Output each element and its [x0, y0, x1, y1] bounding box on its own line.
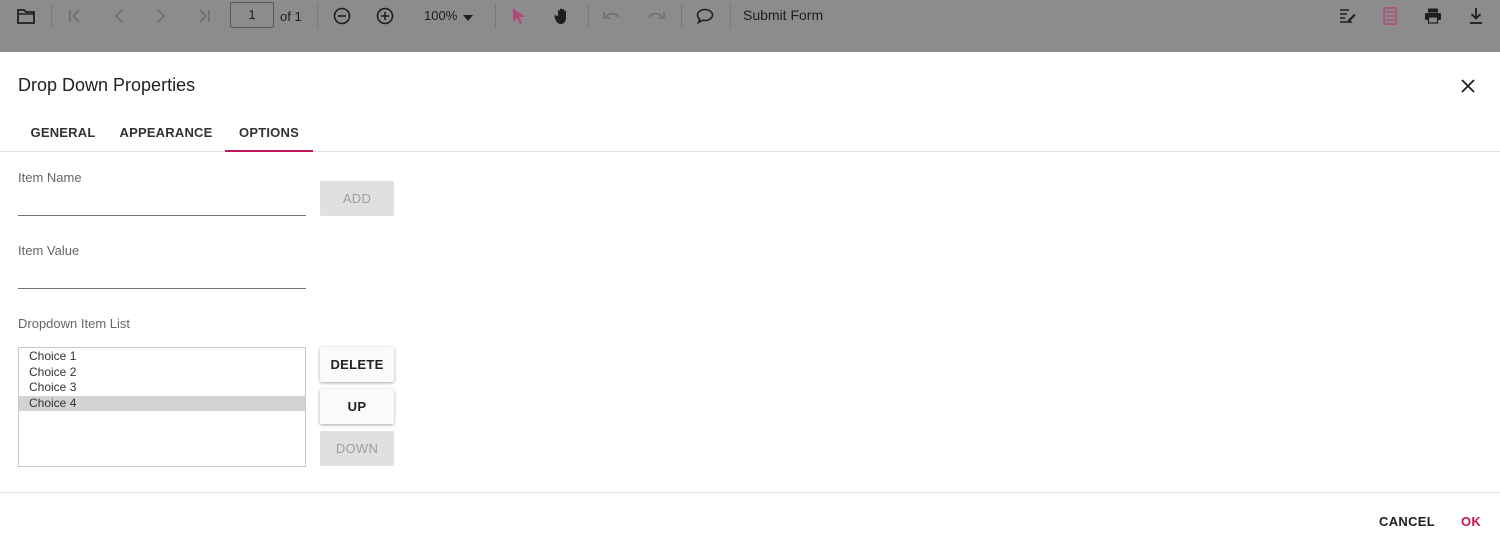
zoom-level-dropdown[interactable]: 100%: [424, 8, 457, 23]
list-item-selected[interactable]: Choice 4: [19, 395, 305, 412]
edit-annotation-icon[interactable]: [1336, 3, 1358, 29]
page-number-input[interactable]: 1: [230, 2, 274, 28]
dialog-tabs: GENERAL APPEARANCE OPTIONS: [0, 118, 1500, 152]
item-name-label: Item Name: [18, 170, 82, 185]
page-count-label: of 1: [280, 9, 302, 24]
dropdown-item-list-label: Dropdown Item List: [18, 316, 130, 331]
toolbar: 1 of 1 100% Submit Form: [0, 0, 1500, 52]
toolbar-divider: [588, 4, 589, 28]
pan-tool-icon[interactable]: [551, 3, 573, 29]
zoom-in-icon[interactable]: [374, 3, 396, 29]
form-designer-icon[interactable]: [1379, 3, 1401, 29]
dropdown-item-listbox[interactable]: Choice 1 Choice 2 Choice 3 Choice 4: [18, 347, 306, 467]
chevron-down-icon[interactable]: [460, 5, 476, 31]
toolbar-divider: [317, 4, 318, 28]
next-page-icon[interactable]: [150, 3, 172, 29]
print-icon[interactable]: [1422, 3, 1444, 29]
delete-button[interactable]: DELETE: [320, 347, 394, 382]
undo-icon[interactable]: [601, 3, 623, 29]
close-icon[interactable]: [1458, 76, 1478, 96]
down-button[interactable]: DOWN: [320, 431, 394, 466]
item-value-input[interactable]: [18, 265, 306, 289]
first-page-icon[interactable]: [64, 3, 86, 29]
cancel-button[interactable]: CANCEL: [1379, 514, 1435, 529]
ok-button[interactable]: OK: [1461, 514, 1481, 529]
tab-options[interactable]: OPTIONS: [225, 118, 313, 152]
toolbar-divider: [681, 4, 682, 28]
open-folder-icon[interactable]: [14, 3, 38, 29]
list-item[interactable]: Choice 1: [19, 349, 305, 365]
item-value-label: Item Value: [18, 243, 80, 258]
toolbar-divider: [730, 4, 731, 28]
footer-divider: [0, 492, 1500, 493]
item-name-input[interactable]: [18, 192, 306, 216]
submit-form-button[interactable]: Submit Form: [743, 7, 823, 23]
dialog-title: Drop Down Properties: [18, 75, 196, 95]
selection-tool-icon[interactable]: [508, 3, 530, 29]
list-item[interactable]: Choice 3: [19, 380, 305, 396]
up-button[interactable]: UP: [320, 389, 394, 424]
add-button[interactable]: ADD: [320, 181, 394, 216]
toolbar-divider: [51, 4, 52, 28]
zoom-out-icon[interactable]: [331, 3, 353, 29]
comment-icon[interactable]: [694, 3, 716, 29]
list-item[interactable]: Choice 2: [19, 365, 305, 381]
tab-appearance[interactable]: APPEARANCE: [112, 118, 220, 151]
toolbar-divider: [495, 4, 496, 28]
last-page-icon[interactable]: [193, 3, 215, 29]
previous-page-icon[interactable]: [108, 3, 130, 29]
download-icon[interactable]: [1465, 3, 1487, 29]
redo-icon[interactable]: [645, 3, 667, 29]
tab-general[interactable]: GENERAL: [18, 118, 108, 151]
